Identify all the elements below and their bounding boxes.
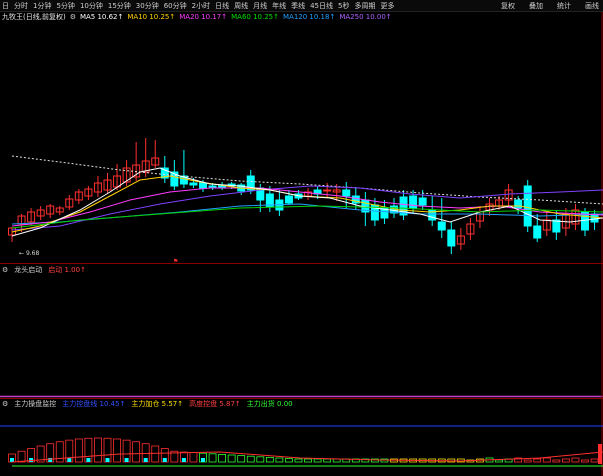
volume-bar bbox=[265, 456, 274, 463]
volume-bar bbox=[275, 457, 284, 463]
candle-body bbox=[208, 185, 217, 188]
indicator2-item-1: 主力加仓 5.57↑ bbox=[131, 400, 184, 408]
volume-bar bbox=[227, 454, 236, 463]
volume-bar bbox=[562, 458, 570, 463]
volume-bar bbox=[590, 458, 599, 463]
volume-bar bbox=[304, 458, 312, 463]
volume-bar bbox=[581, 459, 589, 463]
candle-body bbox=[199, 182, 207, 189]
indicator2-item-0: 主力控盘线 10.45↑ bbox=[62, 400, 126, 408]
candle-body bbox=[418, 197, 427, 206]
volume-bar bbox=[218, 453, 227, 463]
volume-bar bbox=[294, 458, 303, 463]
volume-bar bbox=[208, 453, 217, 463]
cyan-marker bbox=[86, 458, 91, 462]
volume-bar bbox=[285, 458, 293, 463]
candle-body bbox=[523, 185, 532, 227]
volume-bar bbox=[74, 438, 83, 463]
volume-bar bbox=[495, 459, 503, 463]
volume-bar bbox=[113, 438, 121, 463]
event-flag-icon[interactable]: ⚑ bbox=[173, 258, 178, 265]
candle-body bbox=[284, 195, 293, 204]
volume-bar bbox=[523, 459, 532, 463]
indicator1-gear-icon[interactable]: ⚙ bbox=[2, 266, 8, 274]
indicator1-title[interactable]: 龙头启动 bbox=[14, 265, 42, 275]
volume-bar bbox=[313, 458, 322, 463]
volume-bar bbox=[256, 456, 265, 463]
candle-body bbox=[514, 199, 523, 209]
candle-body bbox=[409, 195, 418, 209]
volume-bar bbox=[94, 437, 102, 463]
volume-bar bbox=[323, 458, 332, 463]
candle-body bbox=[437, 221, 446, 231]
cyan-marker bbox=[124, 458, 129, 462]
cyan-marker bbox=[67, 458, 72, 462]
low-price-value: 9.68 bbox=[25, 250, 40, 257]
volume-bar bbox=[151, 445, 160, 463]
indicator2-item-3: 主力出货 0.00 bbox=[246, 400, 293, 408]
volume-bar bbox=[246, 455, 255, 463]
volume-bar bbox=[17, 450, 26, 463]
candle-body bbox=[552, 219, 561, 233]
cyan-marker bbox=[181, 458, 186, 462]
volume-bar bbox=[571, 457, 580, 463]
edge-bar bbox=[598, 444, 602, 464]
indicator1-value: 启动 1.00↑ bbox=[48, 266, 86, 274]
candle-body bbox=[189, 182, 198, 186]
volume-bar bbox=[533, 458, 542, 463]
indicator2-header: ⚙ 主力操盘监控 主力控盘线 10.45↑ 主力加仓 5.57↑ 高度控盘 5.… bbox=[2, 399, 293, 409]
volume-bar bbox=[237, 455, 246, 463]
indicator1-header: ⚙ 龙头启动 启动 1.00↑ bbox=[2, 265, 86, 275]
cyan-marker bbox=[105, 458, 110, 462]
volume-bar bbox=[132, 441, 141, 463]
cyan-marker bbox=[201, 458, 205, 462]
candle-body bbox=[447, 229, 456, 247]
cyan-marker bbox=[162, 458, 167, 462]
candle-body bbox=[342, 189, 351, 197]
indicator2-gear-icon[interactable]: ⚙ bbox=[2, 400, 8, 408]
indicator2-item-2: 高度控盘 5.87↑ bbox=[189, 400, 241, 408]
low-price-label: ← 9.68 bbox=[19, 250, 40, 257]
candle-body bbox=[323, 189, 332, 192]
candle-body bbox=[533, 225, 542, 239]
indicator2-title[interactable]: 主力操盘监控 bbox=[14, 399, 56, 409]
cyan-marker bbox=[143, 458, 148, 462]
volume-bar bbox=[552, 459, 561, 463]
volume-bar bbox=[542, 457, 551, 463]
volume-bar bbox=[189, 452, 198, 463]
